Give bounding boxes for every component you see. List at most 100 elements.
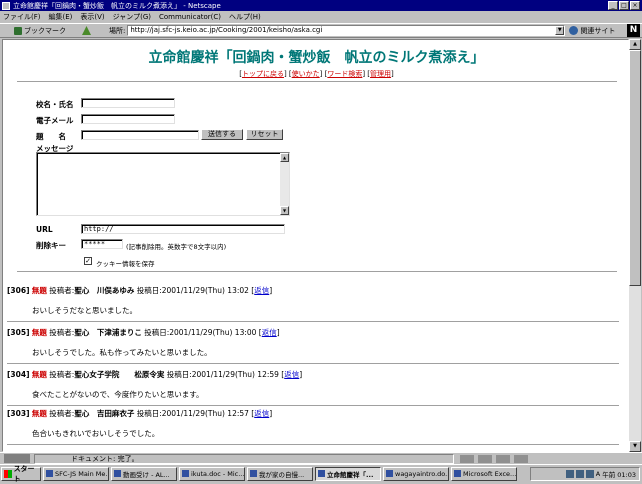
maximize-button[interactable]: □ (619, 1, 629, 10)
location-label: 場所: (109, 26, 126, 35)
url-text: http://jaj.sfc-js.keio.ac.jp/Cooking/200… (130, 26, 323, 34)
netscape-icon (2, 1, 10, 10)
url-input[interactable]: http://jaj.sfc-js.keio.ac.jp/Cooking/200… (127, 25, 566, 36)
app-icon (250, 470, 257, 477)
component-bar (460, 454, 528, 463)
ime-indicator[interactable]: A (596, 470, 600, 478)
tray-icon[interactable] (575, 470, 584, 478)
post-date: 投稿日:2001/11/29(Thu) 12:59 (166, 370, 279, 379)
netscape-logo: N (627, 24, 640, 37)
app-icon (318, 470, 325, 477)
reply-link[interactable]: 返信 (284, 370, 299, 379)
nav-links: [トップに戻る] [使いかた] [ワード検索] [管理用] (239, 70, 394, 78)
divider (17, 81, 617, 83)
menu-file[interactable]: ファイル(F) (3, 12, 41, 22)
task-button-active[interactable]: 立命館慶祥「... (315, 466, 381, 481)
reply-link[interactable]: 返信 (254, 286, 269, 295)
close-button[interactable]: × (630, 1, 640, 10)
tray-icon[interactable] (565, 470, 574, 478)
post-subject: 無題 (31, 286, 47, 295)
task-label: SFC-JS Main Me... (55, 469, 109, 478)
menu-help[interactable]: ヘルプ(H) (229, 12, 261, 22)
reply-link[interactable]: 返信 (262, 328, 277, 337)
post-subject: 無題 (31, 370, 47, 379)
page-proxy-icon[interactable] (82, 26, 91, 35)
menu-communicator[interactable]: Communicator(C) (159, 13, 221, 21)
clock[interactable]: 午前 01:03 (602, 469, 636, 479)
scroll-down-icon[interactable]: ▼ (629, 441, 641, 452)
task-label: Microsoft Exce... (463, 469, 517, 478)
delete-key-label: 削除キー (36, 241, 66, 250)
nav-howto-link[interactable]: 使いかた (292, 70, 320, 78)
scroll-thumb[interactable] (629, 50, 641, 286)
scroll-up-icon[interactable]: ▲ (629, 39, 641, 50)
post-body: おいしそうでした。私も作ってみたいと思いました。 (32, 348, 212, 357)
post-date: 投稿日:2001/11/29(Thu) 12:57 (136, 409, 249, 418)
bookmarks-button[interactable]: ブックマーク (14, 26, 82, 36)
url-dropdown-icon[interactable]: ▼ (555, 26, 565, 35)
post-author: 聖心 川俣あゆみ (74, 286, 135, 295)
windows-flag-icon (4, 469, 12, 478)
task-button[interactable]: wagayaintro.do... (383, 466, 449, 481)
mail-icon[interactable] (478, 454, 492, 463)
cookie-label: クッキー情報を保存 (96, 260, 155, 268)
task-button[interactable]: SFC-JS Main Me... (43, 466, 109, 481)
start-button[interactable]: スタート (1, 465, 41, 483)
task-label: wagayaintro.do... (395, 469, 449, 478)
post-divider (7, 321, 619, 323)
menu-bar: ファイル(F) 編集(E) 表示(V) ジャンプ(G) Communicator… (0, 11, 642, 23)
cookie-checkbox[interactable]: ✓ (84, 257, 92, 265)
security-lock-icon[interactable] (4, 454, 30, 463)
composer-icon[interactable] (496, 454, 510, 463)
navigator-icon[interactable] (460, 454, 474, 463)
menu-view[interactable]: 表示(V) (80, 12, 104, 22)
minimize-button[interactable]: _ (608, 1, 618, 10)
post-body: おいしそうだなと思いました。 (32, 306, 137, 315)
delete-key-note: (記事削除用。英数字で8文字以内) (126, 243, 227, 251)
task-button[interactable]: 我が家の自慢... (247, 466, 313, 481)
reply-link[interactable]: 返信 (254, 409, 269, 418)
textarea-scrollbar[interactable]: ▲ ▼ (280, 153, 289, 215)
task-label: ikuta.doc - Mic... (191, 469, 245, 478)
subject-label: 題 名 (36, 132, 66, 141)
post-author: 聖心 下津浦まりこ (74, 328, 142, 337)
nav-search-link[interactable]: ワード検索 (327, 70, 362, 78)
post-body: 食べたことがないので、今度作りたいと思います。 (32, 390, 204, 399)
app-icon (46, 470, 53, 477)
related-icon (569, 26, 579, 35)
tools-icon[interactable] (514, 454, 528, 463)
menu-go[interactable]: ジャンプ(G) (113, 12, 151, 22)
post-number: [306] (7, 286, 30, 295)
reset-button[interactable]: リセット (246, 129, 283, 140)
system-tray: A 午前 01:03 (530, 467, 640, 481)
post-by-label: 投稿者: (49, 409, 75, 418)
divider (17, 271, 617, 273)
post-subject: 無題 (31, 328, 47, 337)
post-number: [304] (7, 370, 30, 379)
volume-icon[interactable] (585, 470, 594, 478)
task-button[interactable]: ikuta.doc - Mic... (179, 466, 245, 481)
email-label: 電子メール (36, 116, 74, 125)
delete-key-input[interactable]: ***** (81, 239, 123, 249)
submit-button[interactable]: 送信する (201, 129, 243, 140)
subject-input[interactable] (81, 130, 199, 140)
email-input[interactable] (81, 114, 175, 124)
name-input[interactable] (81, 98, 175, 108)
textarea-scroll-up-icon[interactable]: ▲ (280, 153, 289, 162)
task-button[interactable]: 動画受け - AL... (111, 466, 177, 481)
task-button[interactable]: Microsoft Exce... (451, 466, 517, 481)
post-divider (7, 444, 619, 446)
menu-edit[interactable]: 編集(E) (49, 12, 73, 22)
nav-admin-link[interactable]: 管理用 (370, 70, 391, 78)
status-bar: ドキュメント: 完了。 (0, 452, 642, 464)
post-divider (7, 405, 619, 407)
message-textarea[interactable]: ▲ ▼ (36, 152, 290, 216)
nav-top-link[interactable]: トップに戻る (242, 70, 284, 78)
related-sites-button[interactable]: 関連サイト (569, 26, 615, 36)
homepage-url-input[interactable]: http:// (81, 224, 285, 234)
post-by-label: 投稿者: (49, 328, 75, 337)
post-author: 聖心 吉田麻衣子 (74, 409, 135, 418)
textarea-scroll-down-icon[interactable]: ▼ (280, 206, 289, 215)
page-title: 立命館慶祥「回鍋肉・蟹炒飯 帆立のミルク煮添え」 (148, 50, 485, 66)
page-scrollbar[interactable]: ▲ ▼ (629, 39, 641, 452)
